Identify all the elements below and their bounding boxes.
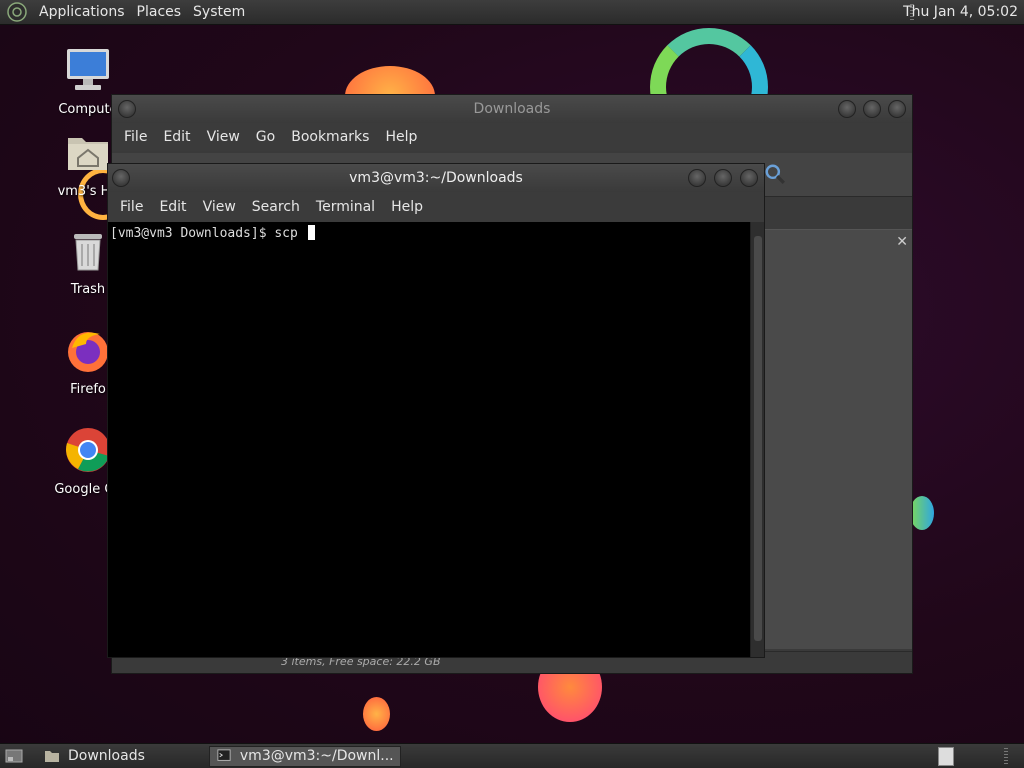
show-desktop-icon[interactable] (4, 746, 24, 766)
minimize-button[interactable] (838, 100, 856, 118)
file-manager-menubar: File Edit View Go Bookmarks Help (112, 123, 912, 151)
taskbar-item-label: vm3@vm3:~/Downl... (239, 748, 394, 764)
file-manager-titlebar[interactable]: Downloads (112, 95, 912, 123)
menu-edit[interactable]: Edit (155, 129, 198, 145)
menu-help[interactable]: Help (383, 199, 431, 215)
window-menu-button[interactable] (118, 100, 136, 118)
menu-help[interactable]: Help (377, 129, 425, 145)
terminal-title: vm3@vm3:~/Downloads (349, 170, 523, 186)
clock[interactable]: Thu Jan 4, 05:02 (903, 4, 1018, 20)
menu-view[interactable]: View (195, 199, 244, 215)
menu-terminal[interactable]: Terminal (308, 199, 383, 215)
terminal-icon (217, 749, 231, 761)
chrome-icon (66, 428, 110, 472)
terminal-cursor (307, 225, 315, 240)
close-button[interactable] (740, 169, 758, 187)
taskbar-item-downloads[interactable]: Downloads (38, 746, 151, 767)
menu-file[interactable]: File (116, 129, 155, 145)
applications-logo-icon[interactable] (7, 2, 27, 22)
search-icon[interactable] (764, 163, 786, 185)
maximize-button[interactable] (714, 169, 732, 187)
panel-grip (1004, 748, 1008, 765)
folder-icon (45, 751, 59, 762)
applications-menu[interactable]: Applications (33, 4, 131, 20)
menu-bookmarks[interactable]: Bookmarks (283, 129, 377, 145)
bottom-panel: Downloads vm3@vm3:~/Downl... (0, 743, 1024, 768)
menu-search[interactable]: Search (244, 199, 308, 215)
scrollbar-thumb[interactable] (754, 236, 762, 641)
terminal-window[interactable]: vm3@vm3:~/Downloads File Edit View Searc… (107, 163, 765, 658)
workspace-switcher[interactable] (938, 747, 954, 766)
file-manager-title: Downloads (473, 101, 551, 117)
trash-icon (74, 234, 102, 271)
wallpaper-blue-blob (910, 496, 934, 530)
menu-go[interactable]: Go (248, 129, 283, 145)
close-button[interactable] (888, 100, 906, 118)
computer-icon (67, 49, 109, 90)
menu-file[interactable]: File (112, 199, 151, 215)
top-panel: Applications Places System Thu Jan 4, 05… (0, 0, 1024, 25)
terminal-scrollbar[interactable] (750, 222, 764, 657)
home-folder-icon (68, 138, 108, 170)
minimize-button[interactable] (688, 169, 706, 187)
terminal-menubar: File Edit View Search Terminal Help (108, 192, 764, 222)
close-pane-icon[interactable]: ✕ (896, 234, 908, 250)
menu-view[interactable]: View (199, 129, 248, 145)
taskbar-item-terminal[interactable]: vm3@vm3:~/Downl... (208, 745, 401, 767)
terminal-command-line: [vm3@vm3 Downloads]$ scp (110, 226, 306, 241)
taskbar-item-label: Downloads (68, 748, 145, 764)
places-menu[interactable]: Places (131, 4, 188, 20)
system-menu[interactable]: System (187, 4, 251, 20)
firefox-icon (68, 332, 108, 372)
maximize-button[interactable] (863, 100, 881, 118)
menu-edit[interactable]: Edit (151, 199, 194, 215)
window-menu-button[interactable] (112, 169, 130, 187)
wallpaper-small-blob (363, 697, 390, 731)
terminal-titlebar[interactable]: vm3@vm3:~/Downloads (108, 164, 764, 192)
terminal-screen[interactable]: [vm3@vm3 Downloads]$ scp (108, 222, 750, 657)
